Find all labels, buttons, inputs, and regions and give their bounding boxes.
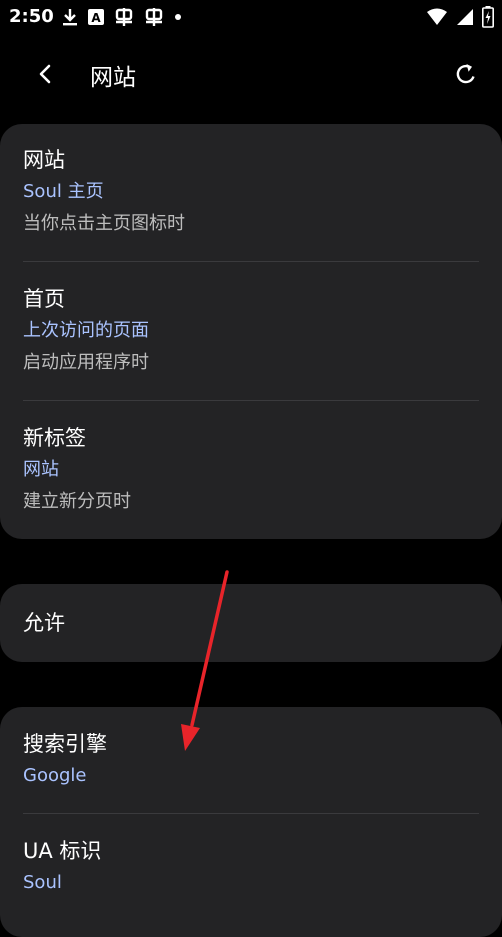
download-icon [62,8,78,26]
status-bar: 2:50 A [0,0,502,36]
setting-title: 搜索引擎 [23,732,107,756]
setting-description: 启动应用程序时 [23,352,149,373]
setting-value: Google [23,765,87,786]
page-title: 网站 [90,65,136,91]
status-left-icons: A [62,6,182,28]
search-settings-card: 搜索引擎 Google UA 标识 Soul [0,707,502,937]
setting-item-homepage[interactable]: 首页 上次访问的页面 启动应用程序时 [23,285,479,376]
setting-item-new-tab[interactable]: 新标签 网站 建立新分页时 [23,424,479,515]
status-right-icons [426,6,494,28]
setting-title: 新标签 [23,426,86,450]
setting-value: 上次访问的页面 [23,320,149,341]
bug-icon [144,7,164,27]
signal-icon [456,8,474,26]
setting-description: 当你点击主页图标时 [23,213,185,234]
status-time: 2:50 [9,6,54,27]
setting-item-allow[interactable]: 允许 [23,609,479,637]
setting-item-search-engine[interactable]: 搜索引擎 Google [23,730,479,789]
wifi-icon [426,8,448,26]
setting-title: UA 标识 [23,839,102,863]
svg-text:A: A [91,11,101,25]
divider [23,813,479,814]
back-arrow-icon[interactable] [26,54,66,94]
divider [23,400,479,401]
setting-title: 首页 [23,287,65,311]
divider [23,261,479,262]
setting-item-user-agent[interactable]: UA 标识 Soul [23,837,479,896]
setting-value: Soul [23,872,62,893]
allow-card[interactable]: 允许 [0,584,502,662]
battery-charging-icon [482,6,494,28]
app-bar: 网站 [0,44,502,102]
dot-icon [174,13,182,21]
setting-description: 建立新分页时 [23,491,131,512]
bug-icon [114,7,134,27]
setting-value: Soul 主页 [23,181,104,202]
setting-title: 允许 [23,611,65,635]
refresh-icon[interactable] [446,54,486,94]
setting-value: 网站 [23,459,59,480]
setting-item-website[interactable]: 网站 Soul 主页 当你点击主页图标时 [23,146,479,237]
a-box-icon: A [88,9,104,25]
setting-title: 网站 [23,148,65,172]
homepage-settings-card: 网站 Soul 主页 当你点击主页图标时 首页 上次访问的页面 启动应用程序时 … [0,124,502,539]
